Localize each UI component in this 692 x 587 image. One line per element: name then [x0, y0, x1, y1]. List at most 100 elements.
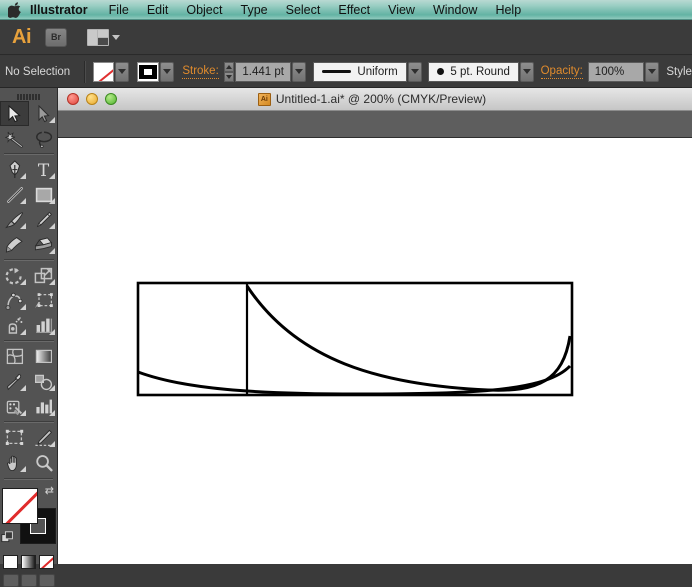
fill-stroke-indicator: ⇄: [0, 484, 57, 550]
tool-group-indicator: [20, 329, 26, 335]
fill-color-indicator[interactable]: [2, 488, 38, 524]
menu-item-file[interactable]: File: [100, 0, 138, 20]
opacity-label[interactable]: Opacity:: [540, 65, 583, 79]
illustrator-window: Illustrator File Edit Object Type Select…: [0, 0, 692, 587]
brush-definition-dropdown[interactable]: [519, 61, 535, 82]
color-mode-gradient-button[interactable]: [21, 555, 36, 569]
menu-item-view[interactable]: View: [379, 0, 424, 20]
illustrator-logo: Ai: [12, 26, 32, 48]
tool-group-indicator: [49, 441, 55, 447]
fill-swatch-dropdown[interactable]: [115, 61, 130, 82]
minimize-window-button[interactable]: [86, 93, 98, 105]
arrange-documents-icon: [87, 28, 109, 46]
screen-mode-normal-button[interactable]: [2, 574, 19, 587]
tool-gradient[interactable]: [29, 344, 58, 369]
stroke-profile-label: Uniform: [357, 65, 398, 78]
graphic-style-label[interactable]: Style: [666, 66, 692, 78]
tools-panel-grip[interactable]: [0, 88, 57, 101]
tool-graph[interactable]: [29, 394, 58, 419]
screen-mode-menubar-button[interactable]: [20, 574, 37, 587]
tool-rotate[interactable]: [0, 263, 29, 288]
document-title-bar[interactable]: Ai Untitled-1.ai* @ 200% (CMYK/Preview): [58, 88, 692, 111]
tool-group-indicator: [49, 223, 55, 229]
tool-magic-wand[interactable]: [0, 126, 29, 151]
tool-artboard[interactable]: [0, 425, 29, 450]
menu-app-name[interactable]: Illustrator: [26, 0, 100, 20]
menu-item-help[interactable]: Help: [486, 0, 530, 20]
tool-warp[interactable]: [0, 288, 29, 313]
chevron-down-icon: [648, 69, 657, 74]
menu-item-type[interactable]: Type: [232, 0, 277, 20]
stepper-up-icon: [226, 64, 233, 69]
tool-free-transform[interactable]: [29, 288, 58, 313]
chevron-down-icon: [295, 69, 304, 74]
tool-line-segment[interactable]: [0, 182, 29, 207]
tool-hand[interactable]: [0, 450, 29, 475]
launch-bridge-button[interactable]: Br: [45, 27, 67, 47]
menu-item-effect[interactable]: Effect: [329, 0, 379, 20]
tool-zoom[interactable]: [29, 450, 58, 475]
menu-item-edit[interactable]: Edit: [138, 0, 178, 20]
chevron-down-icon: [112, 34, 120, 40]
brush-definition-select[interactable]: 5 pt. Round: [428, 61, 519, 82]
artboard-canvas[interactable]: [58, 138, 692, 564]
opacity-input[interactable]: 100%: [587, 61, 645, 82]
tool-blob-brush[interactable]: [0, 232, 29, 257]
control-panel: No Selection Stroke: 1.441 pt Uniform 5 …: [0, 56, 692, 88]
tool-group-indicator: [49, 279, 55, 285]
menu-item-window[interactable]: Window: [424, 0, 486, 20]
artwork[interactable]: [58, 138, 692, 564]
tool-group-indicator: [20, 466, 26, 472]
apple-logo-icon[interactable]: [0, 0, 26, 20]
stroke-swatch-dropdown[interactable]: [159, 61, 175, 82]
tool-scale[interactable]: [29, 263, 58, 288]
close-window-button[interactable]: [67, 93, 79, 105]
zoom-window-button[interactable]: [105, 93, 117, 105]
none-slash-icon: [40, 556, 53, 568]
stroke-weight-stepper[interactable]: [223, 61, 235, 82]
tool-pencil[interactable]: [29, 207, 58, 232]
tool-eraser[interactable]: [29, 232, 58, 257]
opacity-dropdown[interactable]: [645, 61, 660, 82]
screen-mode-fullscreen-button[interactable]: [38, 574, 55, 587]
tool-symbol-sprayer[interactable]: [0, 313, 29, 338]
stroke-color-swatch[interactable]: [137, 61, 159, 82]
tool-group-indicator: [20, 385, 26, 391]
color-mode-solid-button[interactable]: [3, 555, 18, 569]
tool-group-indicator: [49, 385, 55, 391]
tool-type[interactable]: T: [29, 157, 58, 182]
fill-color-swatch[interactable]: [92, 61, 115, 82]
document-window: Ai Untitled-1.ai* @ 200% (CMYK/Preview): [58, 88, 692, 564]
stroke-weight-label[interactable]: Stroke:: [182, 65, 219, 79]
tool-slice[interactable]: [29, 425, 58, 450]
none-slash-icon: [93, 62, 114, 81]
document-tab-strip: [58, 111, 692, 138]
menu-item-object[interactable]: Object: [177, 0, 231, 20]
application-bar: Ai Br: [0, 20, 692, 55]
tool-blend[interactable]: [29, 369, 58, 394]
tool-eyedropper[interactable]: [0, 369, 29, 394]
stroke-weight-dropdown[interactable]: [291, 61, 307, 82]
color-mode-none-button[interactable]: [39, 555, 54, 569]
tool-direct-selection[interactable]: [29, 101, 58, 126]
tool-paintbrush[interactable]: [0, 207, 29, 232]
tool-rectangle[interactable]: [29, 182, 58, 207]
arrange-documents-button[interactable]: [87, 28, 120, 46]
tool-selection[interactable]: [0, 101, 29, 126]
tool-column-graph[interactable]: [29, 313, 58, 338]
stroke-profile-dropdown[interactable]: [407, 61, 422, 82]
tool-group-indicator: [49, 248, 55, 254]
stroke-weight-input[interactable]: 1.441 pt: [235, 61, 291, 82]
artwork-rectangle[interactable]: [136, 281, 574, 397]
tool-live-paint-bucket[interactable]: [0, 394, 29, 419]
default-fill-stroke-icon[interactable]: [1, 531, 14, 549]
stroke-profile-select[interactable]: Uniform: [312, 61, 407, 82]
tool-pen[interactable]: [0, 157, 29, 182]
swap-fill-stroke-icon[interactable]: ⇄: [45, 486, 54, 497]
tool-mesh[interactable]: [0, 344, 29, 369]
screen-mode-buttons: [0, 569, 57, 587]
tool-group-indicator: [20, 279, 26, 285]
brush-definition-label: 5 pt. Round: [450, 65, 510, 78]
menu-item-select[interactable]: Select: [277, 0, 330, 20]
tool-lasso[interactable]: [29, 126, 58, 151]
